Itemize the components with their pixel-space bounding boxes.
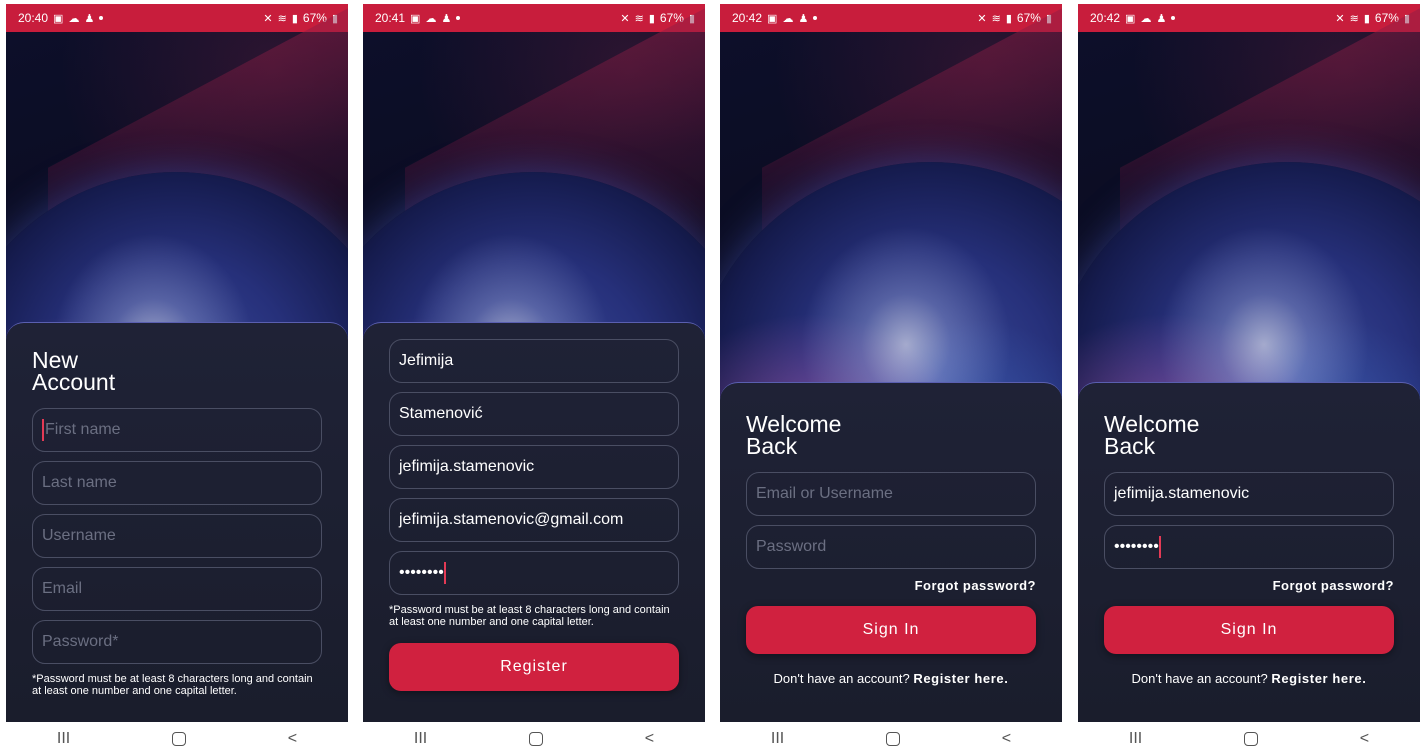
status-bar: 20:40 ▣ ☁ ♟ ✕ ≋ ▮ 67% ▮ xyxy=(6,4,348,32)
accessibility-icon: ♟ xyxy=(1156,12,1167,25)
mute-icon: ✕ xyxy=(620,12,630,25)
status-time: 20:41 xyxy=(375,11,406,25)
password-hint: *Password must be at least 8 characters … xyxy=(389,604,670,628)
accessibility-icon: ♟ xyxy=(84,12,95,25)
email-or-username-field[interactable]: Email or Username xyxy=(746,472,1036,516)
status-time: 20:40 xyxy=(18,11,49,25)
register-here-link[interactable]: Register here. xyxy=(913,671,1008,686)
photo-icon: ▣ xyxy=(767,12,778,25)
last-name-field[interactable]: Last name xyxy=(32,461,322,505)
email-or-username-field[interactable]: jefimija.stamenovic xyxy=(1104,472,1394,516)
signal-icon: ▮ xyxy=(648,12,655,25)
photo-icon: ▣ xyxy=(1125,12,1136,25)
notification-dot-icon xyxy=(456,16,461,20)
signal-icon: ▮ xyxy=(291,12,298,25)
text-cursor xyxy=(443,562,446,584)
login-panel: Welcome Back Email or Username Password … xyxy=(720,382,1062,722)
accessibility-icon: ♟ xyxy=(441,12,452,25)
mute-icon: ✕ xyxy=(263,12,273,25)
notification-dot-icon xyxy=(1171,16,1176,20)
page-title: Welcome Back xyxy=(746,411,842,459)
back-button[interactable]: < xyxy=(1002,730,1011,748)
recents-button[interactable]: III xyxy=(57,730,70,748)
system-nav-bar: III < xyxy=(6,722,348,756)
status-time: 20:42 xyxy=(732,11,763,25)
register-here-link[interactable]: Register here. xyxy=(1271,671,1366,686)
cloud-icon: ☁ xyxy=(782,12,794,25)
mute-icon: ✕ xyxy=(1335,12,1345,25)
sign-in-button[interactable]: Sign In xyxy=(746,606,1036,654)
cloud-icon: ☁ xyxy=(68,12,80,25)
system-nav-bar: III < xyxy=(1078,722,1420,756)
mute-icon: ✕ xyxy=(977,12,987,25)
username-field[interactable]: jefimija.stamenovic xyxy=(389,445,679,489)
wifi-icon: ≋ xyxy=(1349,12,1359,25)
phone-register-empty: 20:40 ▣ ☁ ♟ ✕ ≋ ▮ 67% ▮ New Account Firs… xyxy=(6,4,348,756)
wifi-icon: ≋ xyxy=(991,12,1001,25)
register-panel: Jefimija Stamenović jefimija.stamenovic … xyxy=(363,322,705,722)
text-cursor xyxy=(1158,536,1161,558)
system-nav-bar: III < xyxy=(363,722,705,756)
status-bar: 20:42 ▣ ☁ ♟ ✕ ≋ ▮ 67% ▮ xyxy=(1078,4,1420,32)
username-field[interactable]: Username xyxy=(32,514,322,558)
notification-dot-icon xyxy=(813,16,818,20)
photo-icon: ▣ xyxy=(410,12,421,25)
forgot-password-link[interactable]: Forgot password? xyxy=(1104,578,1394,593)
status-time: 20:42 xyxy=(1090,11,1121,25)
cloud-icon: ☁ xyxy=(425,12,437,25)
page-title: Welcome Back xyxy=(1104,411,1200,459)
register-button[interactable]: Register xyxy=(389,643,679,691)
recents-button[interactable]: III xyxy=(414,730,427,748)
password-field[interactable]: •••••••• xyxy=(1104,525,1394,569)
page-title: New Account xyxy=(32,347,116,395)
phone-register-filled: 20:41 ▣ ☁ ♟ ✕ ≋ ▮ 67% ▮ Jefimija Stameno… xyxy=(363,4,705,756)
back-button[interactable]: < xyxy=(645,730,654,748)
accessibility-icon: ♟ xyxy=(798,12,809,25)
register-panel: New Account First name Last name Usernam… xyxy=(6,322,348,722)
phone-login-filled: 20:42 ▣ ☁ ♟ ✕ ≋ ▮ 67% ▮ Welcome Back jef… xyxy=(1078,4,1420,756)
signal-icon: ▮ xyxy=(1005,12,1012,25)
photo-icon: ▣ xyxy=(53,12,64,25)
first-name-field[interactable]: Jefimija xyxy=(389,339,679,383)
sign-in-button[interactable]: Sign In xyxy=(1104,606,1394,654)
home-button[interactable] xyxy=(885,732,900,746)
first-name-field[interactable]: First name xyxy=(32,408,322,452)
password-field[interactable]: Password* xyxy=(32,620,322,664)
home-button[interactable] xyxy=(528,732,543,746)
wifi-icon: ≋ xyxy=(277,12,287,25)
password-field[interactable]: Password xyxy=(746,525,1036,569)
password-hint: *Password must be at least 8 characters … xyxy=(32,673,313,697)
home-button[interactable] xyxy=(171,732,186,746)
recents-button[interactable]: III xyxy=(771,730,784,748)
cloud-icon: ☁ xyxy=(1140,12,1152,25)
register-prompt: Don't have an account? Register here. xyxy=(773,671,1009,686)
notification-dot-icon xyxy=(99,16,104,20)
status-bar: 20:41 ▣ ☁ ♟ ✕ ≋ ▮ 67% ▮ xyxy=(363,4,705,32)
register-prompt: Don't have an account? Register here. xyxy=(1131,671,1367,686)
status-bar: 20:42 ▣ ☁ ♟ ✕ ≋ ▮ 67% ▮ xyxy=(720,4,1062,32)
phone-login-empty: 20:42 ▣ ☁ ♟ ✕ ≋ ▮ 67% ▮ Welcome Back Ema… xyxy=(720,4,1062,756)
system-nav-bar: III < xyxy=(720,722,1062,756)
last-name-field[interactable]: Stamenović xyxy=(389,392,679,436)
back-button[interactable]: < xyxy=(288,730,297,748)
email-field[interactable]: Email xyxy=(32,567,322,611)
login-panel: Welcome Back jefimija.stamenovic •••••••… xyxy=(1078,382,1420,722)
signal-icon: ▮ xyxy=(1363,12,1370,25)
email-field[interactable]: jefimija.stamenovic@gmail.com xyxy=(389,498,679,542)
recents-button[interactable]: III xyxy=(1129,730,1142,748)
wifi-icon: ≋ xyxy=(634,12,644,25)
home-button[interactable] xyxy=(1243,732,1258,746)
forgot-password-link[interactable]: Forgot password? xyxy=(746,578,1036,593)
back-button[interactable]: < xyxy=(1360,730,1369,748)
text-cursor xyxy=(42,419,44,441)
password-field[interactable]: •••••••• xyxy=(389,551,679,595)
